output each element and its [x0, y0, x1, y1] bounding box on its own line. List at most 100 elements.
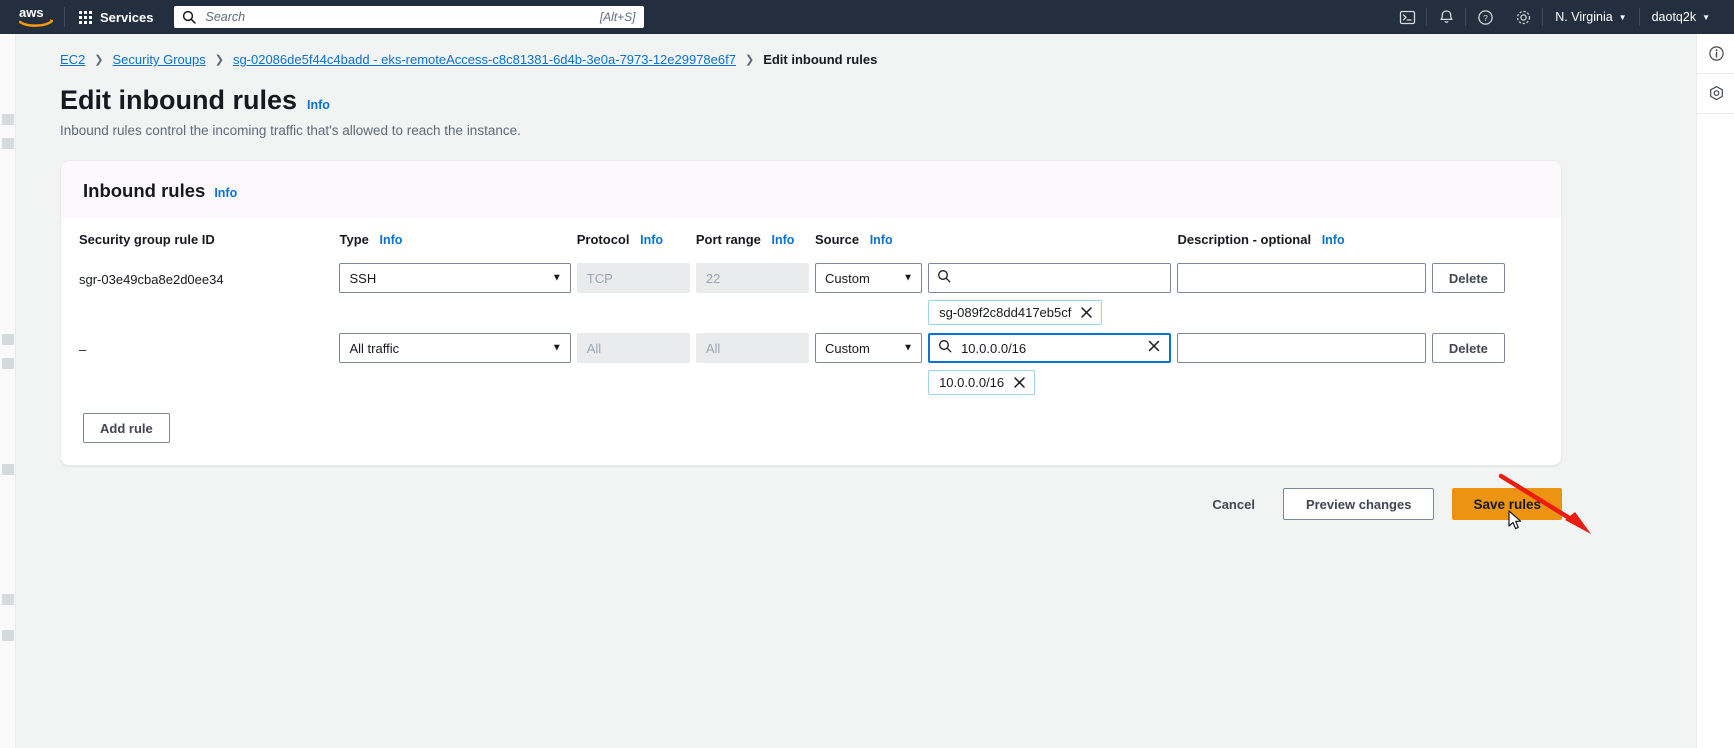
source-search-input-row-2[interactable]	[959, 339, 1142, 357]
services-menu-button[interactable]: Services	[67, 0, 166, 34]
breadcrumb-item-security-groups[interactable]: Security Groups	[113, 52, 206, 67]
column-info-link[interactable]: Info	[640, 233, 663, 247]
card-heading-text: Inbound rules	[83, 180, 206, 201]
cell-delete: Delete	[1431, 259, 1543, 329]
global-search-box[interactable]: [Alt+S]	[173, 6, 644, 28]
settings-icon[interactable]	[1504, 0, 1542, 34]
clear-input-icon[interactable]	[1147, 339, 1161, 358]
aws-logo[interactable]: aws	[0, 6, 62, 28]
search-icon	[938, 339, 952, 358]
breadcrumb-separator: ❯	[94, 54, 104, 66]
account-label: daotq2k	[1651, 10, 1697, 24]
cell-description	[1177, 259, 1431, 329]
column-label: Protocol	[576, 232, 630, 247]
port-range-field-row-2: All	[695, 333, 809, 363]
column-info-link[interactable]: Info	[1322, 233, 1345, 247]
account-menu[interactable]: daotq2k ▼	[1640, 10, 1722, 24]
save-rules-button[interactable]: Save rules	[1452, 488, 1562, 520]
cell-description	[1177, 329, 1431, 399]
cell-protocol: TCP	[576, 259, 696, 329]
breadcrumb-item-current: Edit inbound rules	[763, 52, 878, 67]
chevron-down-icon: ▼	[903, 272, 914, 284]
form-actions: Cancel Preview changes Save rules	[60, 488, 1562, 520]
source-type-select-row-1[interactable]: Custom ▼	[815, 263, 923, 293]
search-input[interactable]	[203, 9, 600, 25]
aws-console-page: aws Services [Alt+S]	[0, 0, 1734, 748]
card-heading-info-link[interactable]: Info	[214, 186, 237, 200]
column-header-source: Source Info	[815, 218, 1177, 259]
region-selector[interactable]: N. Virginia ▼	[1543, 10, 1638, 24]
type-select-value: All traffic	[349, 340, 400, 356]
protocol-field-row-2: All	[576, 333, 690, 363]
column-label: Type	[339, 232, 369, 247]
description-field-row-1[interactable]	[1177, 263, 1426, 293]
source-type-value: Custom	[825, 270, 870, 286]
services-label: Services	[100, 9, 154, 25]
search-icon	[182, 10, 196, 24]
delete-button-row-1[interactable]: Delete	[1431, 263, 1505, 293]
inbound-rules-table: Security group rule ID Type Info Protoco…	[79, 218, 1543, 399]
source-search-input-row-1[interactable]	[958, 269, 1163, 287]
close-icon[interactable]	[1013, 376, 1026, 389]
delete-button-row-2[interactable]: Delete	[1431, 333, 1505, 363]
shortcuts-panel-icon[interactable]	[1697, 74, 1734, 114]
type-select-row-2[interactable]: All traffic ▼	[339, 333, 571, 363]
rule-id-text: sgr-03e49cba8e2d0ee34	[79, 272, 224, 287]
column-header-actions	[1432, 218, 1543, 259]
breadcrumb-item-ec2[interactable]: EC2	[60, 52, 85, 67]
column-label: Source	[815, 232, 860, 247]
column-header-port-range: Port range Info	[696, 218, 815, 259]
chevron-down-icon: ▼	[551, 342, 562, 354]
cell-source-value: sg-089f2c8dd417eb5cf	[928, 259, 1177, 329]
breadcrumb-item-security-group-id[interactable]: sg-02086de5f44c4badd - eks-remoteAccess-…	[233, 52, 736, 67]
description-input-row-1[interactable]	[1186, 269, 1417, 287]
type-select-value: SSH	[349, 270, 377, 286]
chevron-down-icon: ▼	[551, 272, 562, 284]
search-icon	[937, 269, 951, 288]
description-input-row-2[interactable]	[1186, 339, 1417, 357]
preview-changes-button[interactable]: Preview changes	[1282, 488, 1435, 520]
region-label: N. Virginia	[1555, 10, 1613, 24]
card-heading: Inbound rules Info	[83, 180, 1539, 202]
chevron-down-icon: ▼	[1702, 12, 1710, 22]
add-rule-button[interactable]: Add rule	[83, 413, 170, 443]
help-icon[interactable]: ?	[1466, 0, 1504, 34]
cell-source-value: 10.0.0.0/16	[928, 329, 1177, 399]
type-select-row-1[interactable]: SSH ▼	[339, 263, 571, 293]
protocol-value: All	[586, 340, 602, 356]
column-info-link[interactable]: Info	[870, 233, 893, 247]
cell-port-range: 22	[695, 259, 815, 329]
main-content: EC2 ❯ Security Groups ❯ sg-02086de5f44c4…	[16, 34, 1696, 748]
cell-rule-id: –	[79, 329, 339, 399]
source-search-row-1[interactable]	[928, 263, 1172, 293]
close-icon[interactable]	[1080, 306, 1093, 319]
svg-text:?: ?	[1483, 13, 1488, 23]
column-header-type: Type Info	[339, 218, 576, 259]
column-info-link[interactable]: Info	[772, 233, 795, 247]
source-search-row-2[interactable]	[928, 333, 1172, 363]
nav-divider	[64, 7, 65, 27]
svg-text:aws: aws	[19, 6, 44, 20]
cloudshell-icon[interactable]	[1388, 0, 1426, 34]
description-field-row-2[interactable]	[1177, 333, 1426, 363]
column-label: Description - optional	[1177, 232, 1312, 247]
page-title-info-link[interactable]: Info	[307, 98, 330, 112]
column-header-rule-id: Security group rule ID	[79, 218, 339, 259]
source-type-value: Custom	[825, 340, 870, 356]
column-info-link[interactable]: Info	[380, 233, 403, 247]
notifications-icon[interactable]	[1427, 0, 1465, 34]
breadcrumb-separator: ❯	[744, 54, 755, 66]
column-header-description: Description - optional Info	[1177, 218, 1431, 259]
breadcrumb: EC2 ❯ Security Groups ❯ sg-02086de5f44c4…	[60, 34, 1652, 67]
global-nav-right: ? N. Virginia ▼ daotq2k ▼	[1388, 0, 1734, 34]
rule-id-text: –	[79, 342, 87, 357]
cancel-button[interactable]: Cancel	[1202, 497, 1265, 512]
source-token-row-1: sg-089f2c8dd417eb5cf	[928, 300, 1103, 325]
cell-source-type: Custom ▼	[815, 259, 928, 329]
protocol-value: TCP	[586, 270, 613, 286]
page-title: Edit inbound rules Info	[60, 85, 1652, 116]
page-title-text: Edit inbound rules	[60, 85, 297, 115]
info-panel-icon[interactable]	[1697, 34, 1734, 74]
card-header: Inbound rules Info	[61, 161, 1561, 218]
source-type-select-row-2[interactable]: Custom ▼	[815, 333, 923, 363]
